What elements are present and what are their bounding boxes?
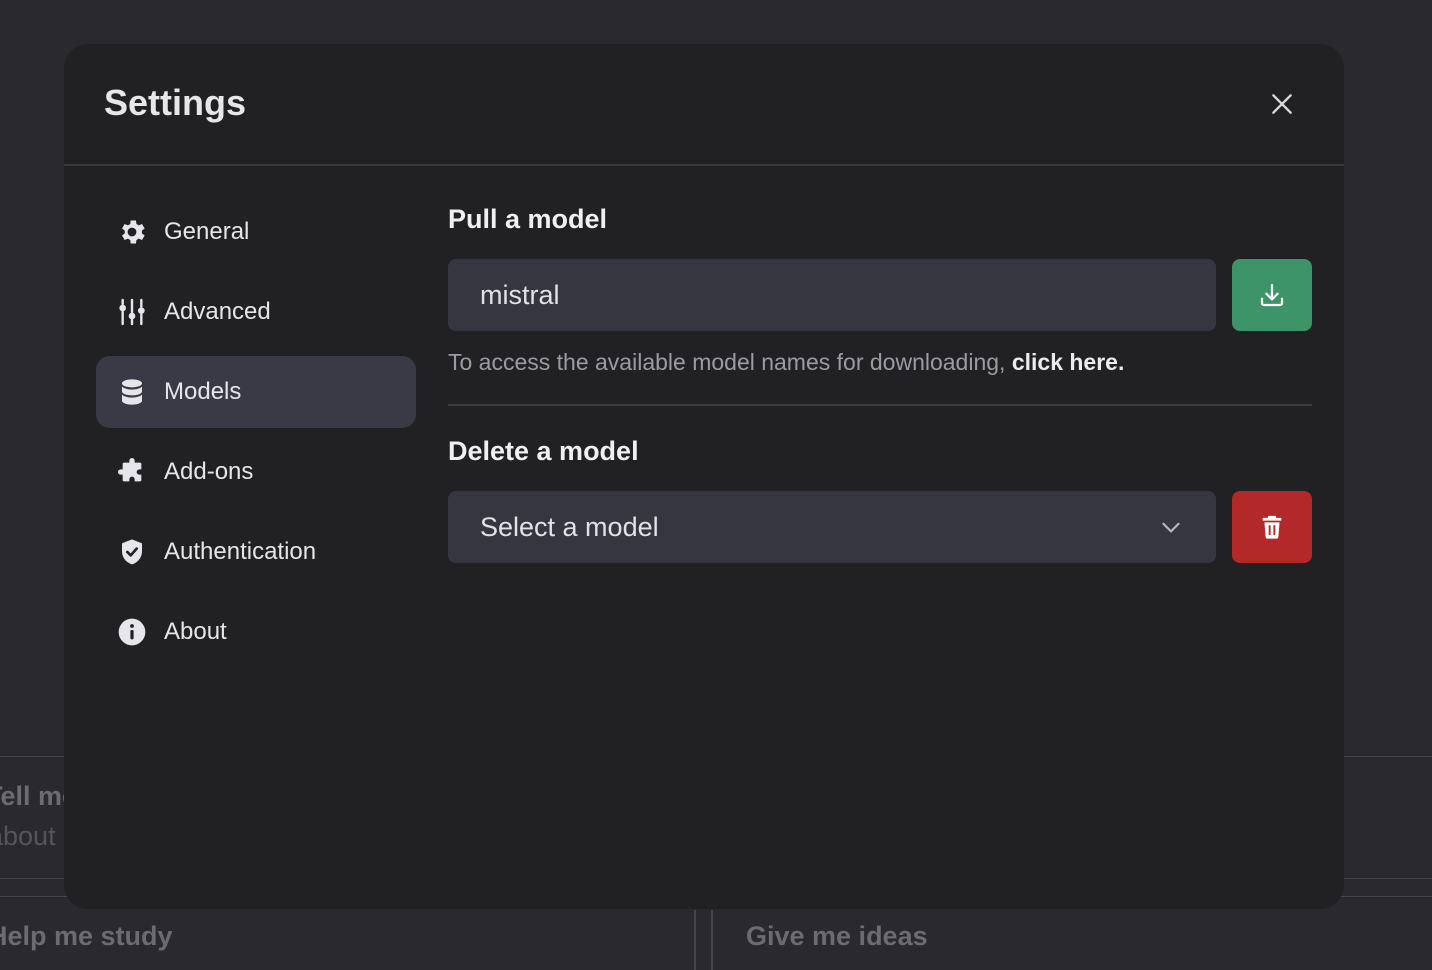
delete-model-title: Delete a model (448, 436, 639, 466)
delete-model-button[interactable] (1232, 491, 1312, 563)
shield-check-icon (116, 536, 148, 568)
sidebar-item-general[interactable]: General (96, 196, 416, 268)
model-select-value: Select a model (480, 511, 659, 542)
close-button[interactable] (1264, 86, 1300, 122)
close-icon (1272, 94, 1292, 114)
modal-title: Settings (104, 82, 247, 123)
bg-divider (694, 910, 696, 970)
puzzle-icon (116, 456, 148, 488)
pull-model-button[interactable] (1232, 259, 1312, 331)
sliders-icon (116, 296, 148, 328)
sidebar-item-label: Authentication (164, 538, 317, 565)
sidebar-item-label: General (164, 218, 250, 245)
models-panel: Pull a model To access the available mod… (448, 196, 1312, 563)
sidebar-item-add-ons[interactable]: Add-ons (96, 436, 416, 508)
settings-modal: Settings General Advanced Models Add-ons… (64, 44, 1344, 909)
sidebar-item-label: Add-ons (164, 458, 254, 485)
database-icon (116, 376, 148, 408)
sidebar-item-about[interactable]: About (96, 596, 416, 668)
modal-header: Settings (64, 44, 1344, 166)
section-divider (448, 404, 1312, 406)
sidebar-item-advanced[interactable]: Advanced (96, 276, 416, 348)
settings-sidebar: General Advanced Models Add-ons Authenti… (96, 196, 416, 676)
hint-text: To access the available model names for … (448, 349, 1012, 375)
sidebar-item-authentication[interactable]: Authentication (96, 516, 416, 588)
bg-card-title[interactable]: Give me ideas (746, 921, 928, 952)
model-select[interactable]: Select a model (448, 491, 1216, 563)
bg-divider (711, 910, 713, 970)
delete-model-row: Select a model (448, 491, 1312, 563)
pull-model-row (448, 259, 1312, 331)
sidebar-item-label: Advanced (164, 298, 271, 325)
model-list-link[interactable]: click here. (1012, 349, 1125, 375)
model-hint: To access the available model names for … (448, 349, 1312, 376)
sidebar-item-label: About (164, 618, 227, 645)
model-name-input[interactable] (448, 259, 1216, 331)
chevron-down-icon (1162, 522, 1180, 533)
trash-icon (1262, 515, 1282, 539)
bg-card-subtitle: about (0, 821, 56, 851)
pull-model-title: Pull a model (448, 204, 608, 234)
gear-icon (116, 216, 148, 248)
bg-card-title[interactable]: Help me study (0, 921, 173, 952)
info-icon (116, 616, 148, 648)
sidebar-item-models[interactable]: Models (96, 356, 416, 428)
download-icon (1260, 283, 1284, 307)
sidebar-item-label: Models (164, 378, 242, 405)
